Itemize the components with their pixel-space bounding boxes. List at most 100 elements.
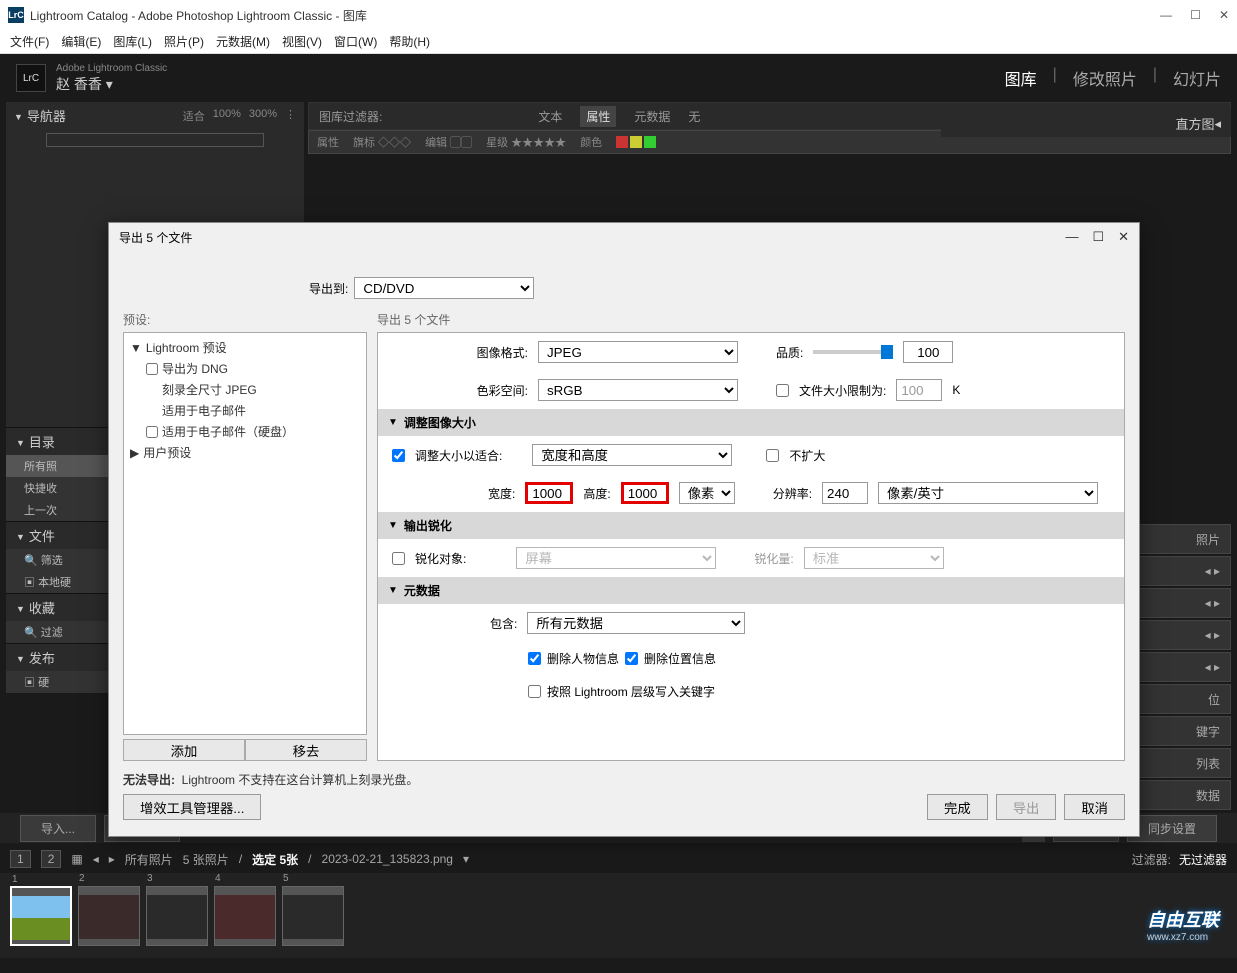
resolution-input[interactable] [822,482,868,504]
thumb-1[interactable]: 1 [10,886,72,946]
thumb-2[interactable]: 2 [78,886,140,946]
back-icon[interactable]: ◂ [93,852,99,866]
preset-group-user[interactable]: ▶用户预设 [128,442,362,463]
filter-attr[interactable]: 属性 [580,106,616,127]
lrc-logo: LrC [16,64,46,92]
remove-location-label: 删除位置信息 [644,650,716,667]
dialog-close-button[interactable]: ✕ [1118,229,1129,245]
cancel-button[interactable]: 取消 [1064,794,1125,820]
filmstrip-filter-label: 过滤器: [1132,851,1171,868]
filter-label: 图库过滤器: [319,108,382,125]
zoom-300[interactable]: 300% [249,108,277,124]
right-panel-list[interactable]: 列表 [1131,748,1231,778]
menu-help[interactable]: 帮助(H) [385,31,434,52]
remove-location-checkbox[interactable] [625,652,638,665]
folders-header[interactable]: 文件 [29,526,55,545]
maximize-button[interactable]: ☐ [1190,8,1201,22]
export-action-button[interactable]: 导出 [996,794,1057,820]
catalog-header[interactable]: 目录 [29,432,55,451]
right-panel-photo[interactable]: 照片 [1131,524,1231,554]
quality-slider[interactable] [813,350,893,354]
zoom-menu-icon[interactable]: ⋮ [285,108,296,124]
metadata-section-header[interactable]: ▼元数据 [378,577,1124,604]
filmstrip-filter-value[interactable]: 无过滤器 [1179,851,1227,868]
menu-photo[interactable]: 照片(P) [160,31,208,52]
dialog-maximize-button[interactable]: ☐ [1092,229,1104,245]
preset-email[interactable]: 适用于电子邮件 [128,400,362,421]
right-panel-3[interactable]: ◂ ▸ [1131,620,1231,650]
dimension-unit-select[interactable]: 像素 [679,482,735,504]
sharpen-checkbox[interactable] [392,552,405,565]
fwd-icon[interactable]: ▸ [109,852,115,866]
tab-slideshow[interactable]: 幻灯片 [1173,66,1221,90]
thumb-3[interactable]: 3 [146,886,208,946]
dialog-minimize-button[interactable]: — [1065,229,1078,245]
monitor-1[interactable]: 1 [10,850,31,868]
filter-meta[interactable]: 元数据 [634,108,670,125]
menu-metadata[interactable]: 元数据(M) [212,31,274,52]
sharpen-section-header[interactable]: ▼输出锐化 [378,512,1124,539]
menu-library[interactable]: 图库(L) [109,31,156,52]
remove-preset-button[interactable]: 移去 [245,739,367,761]
resize-fit-select[interactable]: 宽度和高度 [532,444,732,466]
dont-enlarge-checkbox[interactable] [766,449,779,462]
height-input[interactable] [621,482,669,504]
preset-email-hd[interactable]: 适用于电子邮件（硬盘） [128,421,362,442]
add-preset-button[interactable]: 添加 [123,739,245,761]
tab-library[interactable]: 图库 [1005,66,1037,90]
remove-person-checkbox[interactable] [528,652,541,665]
resize-fit-checkbox[interactable] [392,449,405,462]
preset-dng[interactable]: 导出为 DNG [128,358,362,379]
tab-develop[interactable]: 修改照片 [1073,66,1137,90]
breadcrumb-dropdown-icon[interactable]: ▾ [463,852,469,866]
width-label: 宽度: [488,485,515,502]
breadcrumb-all[interactable]: 所有照片 [125,851,173,868]
preset-jpeg-full[interactable]: 刻录全尺寸 JPEG [128,379,362,400]
thumb-5[interactable]: 5 [282,886,344,946]
right-panel-4[interactable]: ◂ ▸ [1131,652,1231,682]
right-panel-loc[interactable]: 位 [1131,684,1231,714]
collections-header[interactable]: 收藏 [29,598,55,617]
histogram-title[interactable]: 直方图 [1175,114,1214,133]
filter-text[interactable]: 文本 [538,108,562,125]
write-keywords-checkbox[interactable] [528,685,541,698]
right-panel-1[interactable]: ◂ ▸ [1131,556,1231,586]
resize-section-header[interactable]: ▼调整图像大小 [378,409,1124,436]
grid-icon[interactable]: ▦ [71,852,82,866]
right-panel-keyword[interactable]: 键字 [1131,716,1231,746]
menu-window[interactable]: 窗口(W) [330,31,381,52]
width-input[interactable] [525,482,573,504]
plugin-manager-button[interactable]: 增效工具管理器... [123,794,261,820]
zoom-100[interactable]: 100% [213,108,241,124]
menu-file[interactable]: 文件(F) [6,31,53,52]
include-select[interactable]: 所有元数据 [527,612,745,634]
quality-input[interactable] [903,341,953,363]
user-name[interactable]: 赵 香香 [56,76,102,92]
publish-header[interactable]: 发布 [29,648,55,667]
right-panel-metadata[interactable]: 数据 [1131,780,1231,810]
breadcrumb-count: 5 张照片 [183,851,229,868]
format-select[interactable]: JPEG [538,341,738,363]
menu-view[interactable]: 视图(V) [278,31,326,52]
colorspace-select[interactable]: sRGB [538,379,738,401]
export-to-select[interactable]: CD/DVD [354,277,534,299]
menu-edit[interactable]: 编辑(E) [57,31,105,52]
thumb-4[interactable]: 4 [214,886,276,946]
minimize-button[interactable]: — [1160,8,1172,22]
import-button[interactable]: 导入... [20,815,96,842]
monitor-2[interactable]: 2 [41,850,62,868]
height-label: 高度: [583,485,610,502]
filter-none[interactable]: 无 [688,108,700,125]
resize-fit-label: 调整大小以适合: [415,447,502,464]
preset-group-lightroom[interactable]: ▼Lightroom 预设 [128,337,362,358]
cannot-export-reason: Lightroom 不支持在这台计算机上刻录光盘。 [182,773,419,787]
done-button[interactable]: 完成 [927,794,988,820]
limit-size-checkbox[interactable] [776,384,789,397]
navigator-toggle[interactable] [14,108,27,123]
limit-size-label: 文件大小限制为: [799,382,886,399]
zoom-fit[interactable]: 适合 [183,108,205,124]
close-button[interactable]: ✕ [1219,8,1229,22]
sync-settings-button[interactable]: 同步设置 [1127,815,1217,842]
right-panel-2[interactable]: ◂ ▸ [1131,588,1231,618]
resolution-unit-select[interactable]: 像素/英寸 [878,482,1098,504]
